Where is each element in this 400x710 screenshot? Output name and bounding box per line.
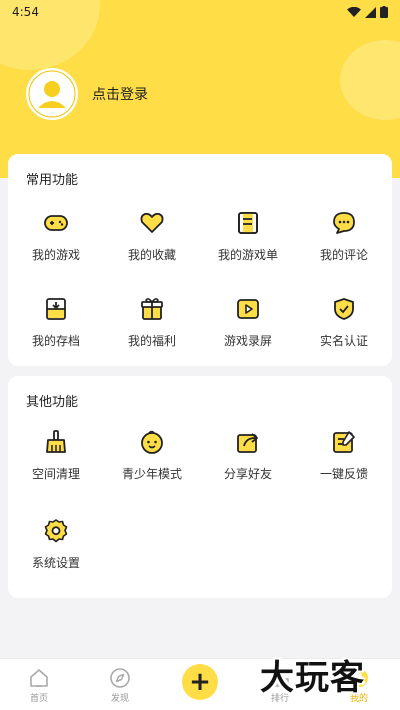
- menu-item-feedback[interactable]: 一键反馈: [296, 429, 392, 482]
- nav-label: 首页: [29, 694, 48, 704]
- compass-icon: [110, 668, 130, 688]
- menu-item-label: 我的游戏: [31, 248, 80, 262]
- menu-item-label: 游戏录屏: [223, 334, 272, 348]
- archive-icon: [43, 296, 69, 322]
- menu-item-system-settings[interactable]: 系统设置: [8, 518, 104, 571]
- menu-item-label: 我的游戏单: [217, 248, 278, 262]
- status-bar: 4:54: [0, 0, 400, 24]
- section-title: 常用功能: [26, 173, 79, 188]
- signal-icon: [365, 6, 376, 18]
- gamepad-icon: [43, 210, 69, 236]
- menu-item-label: 我的收藏: [127, 248, 176, 262]
- menu-item-my-welfare[interactable]: 我的福利: [104, 296, 200, 349]
- login-link[interactable]: 点击登录: [92, 84, 148, 104]
- gift-icon: [139, 296, 165, 322]
- section-title: 其他功能: [26, 395, 79, 410]
- menu-item-label: 我的评论: [319, 248, 368, 262]
- menu-item-real-name-auth[interactable]: 实名认证: [296, 296, 392, 349]
- status-icons: [347, 6, 388, 18]
- decor-circle: [340, 40, 400, 120]
- menu-item-game-recording[interactable]: 游戏录屏: [200, 296, 296, 349]
- menu-item-my-game-list[interactable]: 我的游戏单: [200, 210, 296, 263]
- feedback-icon: [331, 429, 357, 455]
- gear-icon: [43, 518, 69, 544]
- menu-item-label: 青少年模式: [121, 467, 182, 481]
- nav-label: 发现: [110, 694, 129, 704]
- user-avatar-icon: [28, 70, 76, 118]
- list-icon: [235, 210, 261, 236]
- menu-item-space-cleanup[interactable]: 空间清理: [8, 429, 104, 482]
- menu-item-teen-mode[interactable]: 青少年模式: [104, 429, 200, 482]
- menu-item-label: 我的福利: [127, 334, 176, 348]
- wifi-icon: [347, 6, 361, 17]
- watermark-text: 大玩客: [260, 658, 365, 698]
- nav-item-home[interactable]: 首页: [9, 667, 69, 704]
- menu-item-label: 系统设置: [31, 556, 80, 570]
- battery-icon: [380, 6, 388, 18]
- menu-item-label: 实名认证: [319, 334, 368, 348]
- share-icon: [235, 429, 261, 455]
- menu-item-my-games[interactable]: 我的游戏: [8, 210, 104, 263]
- menu-item-my-favorites[interactable]: 我的收藏: [104, 210, 200, 263]
- menu-item-label: 我的存档: [31, 334, 80, 348]
- menu-item-my-archive[interactable]: 我的存档: [8, 296, 104, 349]
- comment-icon: [331, 210, 357, 236]
- menu-item-label: 分享好友: [223, 467, 272, 481]
- broom-icon: [43, 429, 69, 455]
- common-functions-card: 常用功能 我的游戏 我的收藏 我的游戏单 我的评论 我的存档 我的福利 游戏录屏…: [8, 154, 392, 366]
- child-icon: [139, 429, 165, 455]
- menu-item-label: 空间清理: [31, 467, 80, 481]
- nav-item-discover[interactable]: 发现: [90, 667, 150, 704]
- home-icon: [30, 669, 48, 687]
- heart-icon: [139, 210, 165, 236]
- shield-icon: [331, 296, 357, 322]
- menu-item-label: 一键反馈: [319, 467, 368, 481]
- status-time: 4:54: [12, 5, 39, 19]
- avatar[interactable]: [26, 68, 78, 120]
- other-functions-card: 其他功能 空间清理 青少年模式 分享好友 一键反馈 系统设置: [8, 376, 392, 598]
- record-icon: [235, 296, 261, 322]
- profile-header[interactable]: 点击登录: [26, 68, 148, 120]
- add-button[interactable]: +: [182, 664, 218, 700]
- menu-item-share-friends[interactable]: 分享好友: [200, 429, 296, 482]
- menu-item-my-comments[interactable]: 我的评论: [296, 210, 392, 263]
